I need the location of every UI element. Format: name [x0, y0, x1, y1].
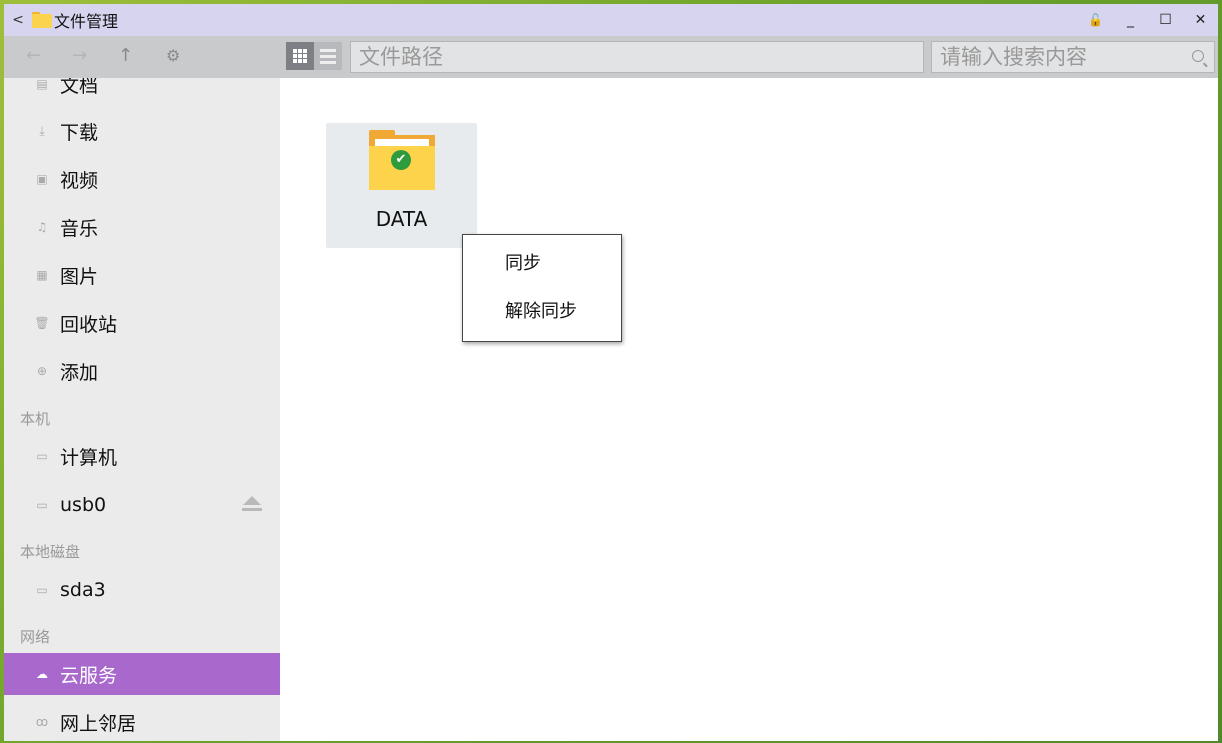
settings-gear-icon[interactable]: ⚙ [166, 44, 180, 68]
path-input[interactable]: 文件路径 [350, 41, 924, 73]
sidebar-item-label: 网上邻居 [60, 712, 137, 735]
folder-app-icon [32, 12, 52, 28]
forward-arrow-icon[interactable]: → [72, 44, 87, 68]
drive-icon: ▭ [36, 583, 48, 597]
video-icon: ▣ [36, 172, 48, 186]
sidebar-item-label: 下载 [60, 121, 99, 144]
drive-icon: ▭ [36, 498, 48, 512]
network-neighborhood-icon: ꝏ [35, 715, 49, 729]
sidebar-item-label: 云服务 [60, 664, 118, 687]
back-arrow-icon[interactable]: ← [26, 44, 41, 68]
sidebar-item-usb0[interactable]: ▭ usb0 [4, 484, 280, 526]
add-icon: ⊕ [36, 364, 48, 378]
sidebar-item-pictures[interactable]: ▦ 图片 [4, 254, 280, 296]
grid-icon [293, 49, 307, 63]
sidebar-item-music[interactable]: ♫ 音乐 [4, 206, 280, 248]
toolbar: ← → ↑ ⚙ 文件路径 请输入搜索内容 [4, 36, 1218, 78]
sidebar-item-label: 添加 [60, 361, 99, 384]
close-button[interactable]: ✕ [1183, 12, 1218, 28]
section-header-local-disk: 本地磁盘 [20, 543, 81, 561]
window-controls: 🔓 _ ☐ ✕ [1078, 4, 1218, 36]
sidebar-item-videos[interactable]: ▣ 视频 [4, 158, 280, 200]
sidebar-item-label: 视频 [60, 169, 99, 192]
file-name: DATA [375, 207, 428, 231]
minimize-button[interactable]: _ [1113, 12, 1148, 28]
search-input[interactable]: 请输入搜索内容 [931, 41, 1215, 73]
sidebar-item-trash[interactable]: 🗑 回收站 [4, 302, 280, 344]
sidebar-item-label: usb0 [60, 494, 107, 516]
picture-icon: ▦ [36, 268, 48, 282]
file-view-area[interactable]: ✔ DATA [280, 78, 1218, 741]
grid-view-button[interactable] [286, 42, 314, 70]
eject-icon[interactable] [242, 496, 262, 514]
context-menu: 同步 解除同步 [462, 234, 622, 342]
sidebar: ▤ 文档 ⤓ 下载 ▣ 视频 ♫ 音乐 ▦ 图片 🗑 回收站 ⊕ 添加 本机 ▭ [4, 78, 280, 741]
file-manager-window: < 文件管理 🔓 _ ☐ ✕ ← → ↑ ⚙ 文件路径 请输入搜索内容 ▤ 文档 [4, 4, 1218, 741]
folder-icon: ✔ [369, 130, 435, 190]
lock-icon[interactable]: 🔓 [1078, 13, 1113, 27]
list-view-button[interactable] [314, 42, 342, 70]
trash-icon: 🗑 [34, 316, 50, 330]
section-header-network: 网络 [20, 628, 51, 646]
sidebar-item-sda3[interactable]: ▭ sda3 [4, 569, 280, 611]
document-icon: ▤ [36, 78, 48, 91]
sidebar-item-documents[interactable]: ▤ 文档 [4, 78, 280, 105]
window-title: 文件管理 [54, 12, 119, 31]
sidebar-item-label: sda3 [60, 579, 106, 601]
list-icon [320, 48, 336, 64]
computer-icon: ▭ [36, 449, 48, 463]
search-icon[interactable] [1192, 50, 1204, 62]
sidebar-item-computer[interactable]: ▭ 计算机 [4, 435, 280, 477]
download-icon: ⤓ [39, 123, 45, 138]
up-arrow-icon[interactable]: ↑ [118, 44, 133, 68]
music-icon: ♫ [36, 220, 48, 234]
folder-item-data[interactable]: ✔ DATA [326, 123, 477, 248]
sidebar-item-add[interactable]: ⊕ 添加 [4, 350, 280, 392]
section-header-local: 本机 [20, 410, 51, 428]
sidebar-item-label: 图片 [60, 265, 99, 288]
sidebar-item-label: 回收站 [60, 313, 118, 336]
sidebar-item-label: 计算机 [60, 446, 118, 469]
sidebar-item-downloads[interactable]: ⤓ 下载 [4, 110, 280, 152]
maximize-button[interactable]: ☐ [1148, 12, 1183, 28]
menu-item-sync[interactable]: 同步 [463, 244, 621, 284]
cloud-icon: ☁ [36, 667, 48, 681]
menu-item-unsync[interactable]: 解除同步 [463, 292, 621, 332]
title-bar: < 文件管理 🔓 _ ☐ ✕ [4, 4, 1218, 36]
sidebar-item-network-neighborhood[interactable]: ꝏ 网上邻居 [4, 701, 280, 741]
sidebar-item-label: 音乐 [60, 217, 99, 240]
back-chevron-icon[interactable]: < [4, 12, 32, 28]
sidebar-item-label: 文档 [60, 78, 99, 97]
search-placeholder: 请输入搜索内容 [940, 45, 1087, 69]
sidebar-item-cloud-service[interactable]: ☁ 云服务 [4, 653, 280, 695]
sync-check-icon: ✔ [391, 150, 411, 170]
